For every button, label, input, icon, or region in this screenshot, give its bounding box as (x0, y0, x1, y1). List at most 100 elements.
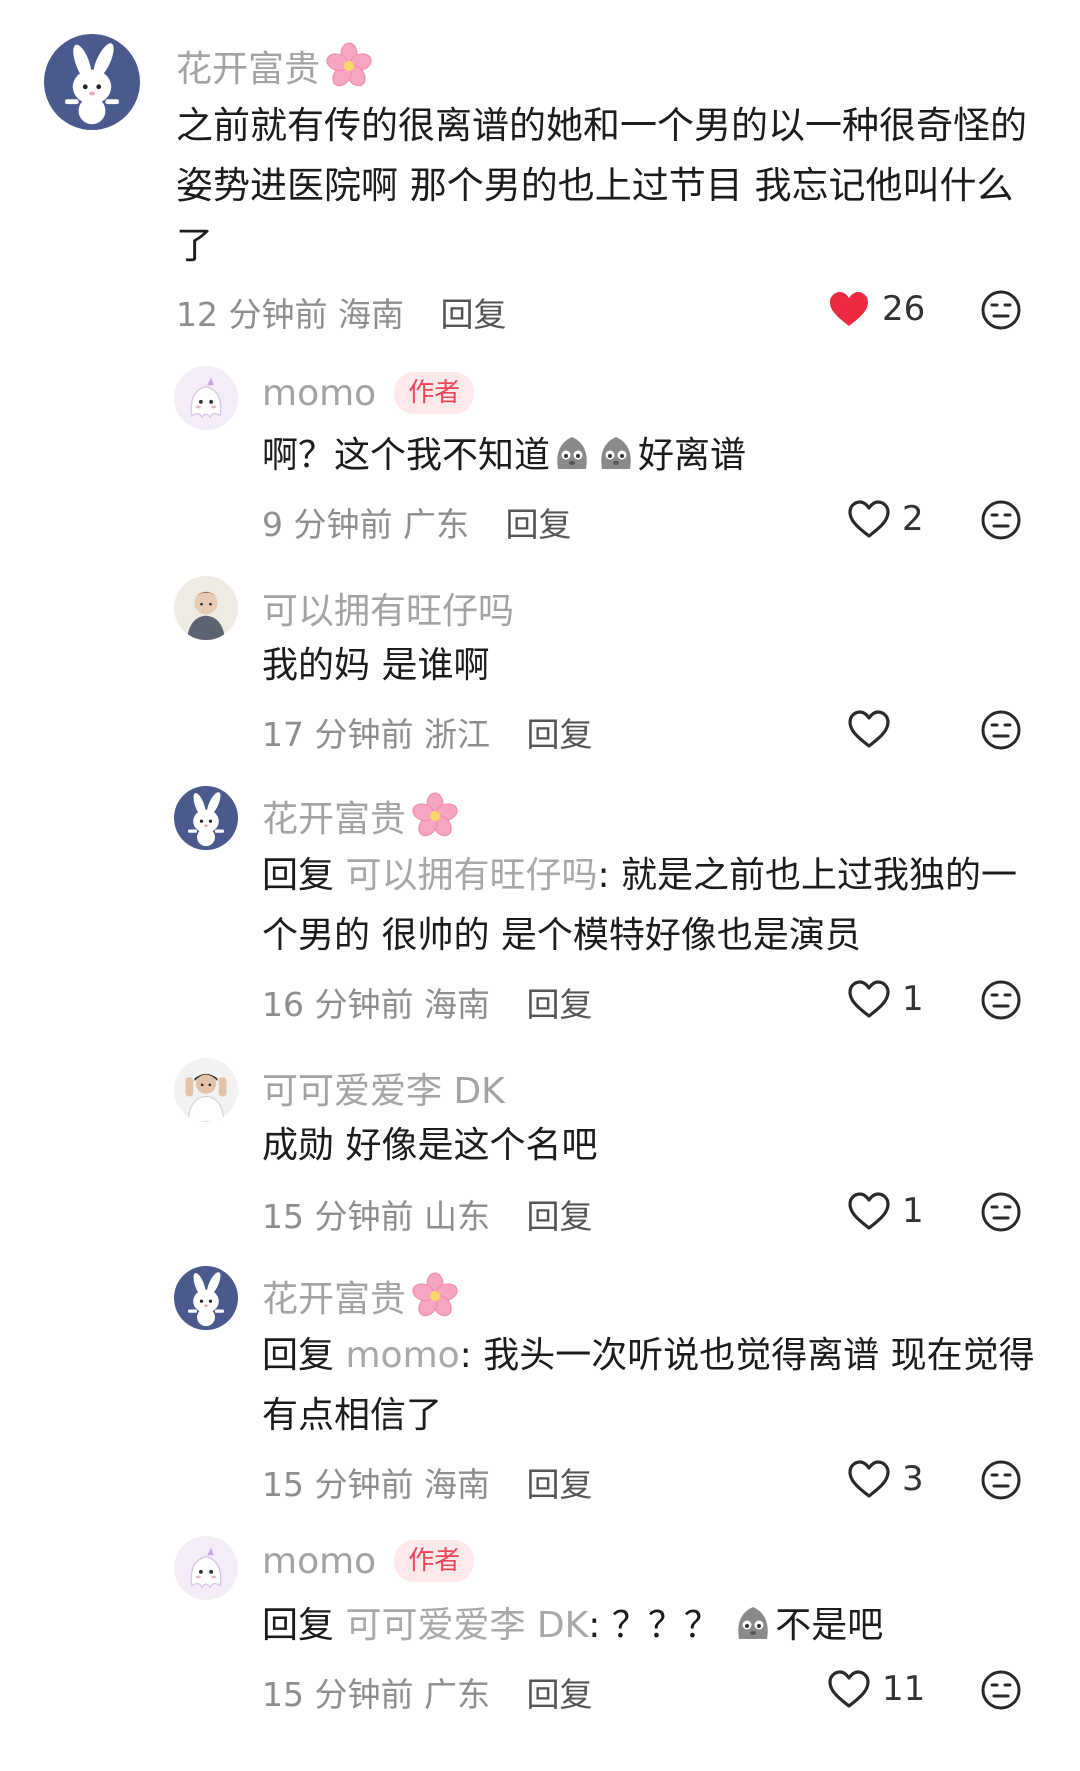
author-name: 花开富贵 (262, 799, 407, 840)
wilted-face-emoji-icon (731, 1601, 775, 1645)
comment-text: 成勋 好像是这个名吧 (262, 1125, 598, 1166)
dislike-icon[interactable] (980, 979, 1022, 1021)
wilted-face-emoji-icon (550, 431, 594, 475)
comment-author[interactable]: momo 作者 (262, 1540, 475, 1582)
comment-time-location: 9 分钟前 广东 (262, 505, 469, 544)
child-photo-avatar-icon (174, 576, 238, 640)
comment-time-location: 15 分钟前 广东 (262, 1675, 490, 1714)
like-count: 1 (902, 979, 924, 1019)
cherry-blossom-icon (410, 791, 460, 841)
like-button[interactable] (846, 708, 902, 750)
comment-author[interactable]: 花开富贵 (262, 1270, 460, 1322)
reply-button[interactable]: 回复 (505, 505, 571, 544)
avatar[interactable] (44, 34, 140, 130)
photo-avatar-icon (174, 1058, 238, 1122)
heart-icon (846, 978, 892, 1020)
reply-button[interactable]: 回复 (440, 295, 506, 334)
like-button[interactable]: 1 (846, 978, 924, 1020)
like-count: 2 (902, 499, 924, 539)
author-badge: 作者 (394, 372, 475, 414)
comment-text: 回复 可可爱爱李 DK: ？？？ 不是吧 (262, 1596, 1052, 1656)
comment-footer: 16 分钟前 海南 回复 (262, 978, 592, 1026)
mention-link[interactable]: 可以拥有旺仔吗 (345, 855, 597, 896)
dislike-icon[interactable] (980, 709, 1022, 751)
comment-text: 之前就有传的很离谱的她和一个男的以一种很奇怪的姿势进医院啊 那个男的也上过节目 … (176, 104, 1027, 267)
avatar[interactable] (174, 1058, 238, 1122)
author-name: momo (262, 372, 377, 414)
like-button[interactable]: 26 (826, 288, 925, 330)
reply-button[interactable]: 回复 (526, 1465, 592, 1504)
dislike-icon[interactable] (980, 1191, 1022, 1233)
cherry-blossom-icon (324, 41, 374, 91)
bunny-avatar-icon (174, 786, 238, 850)
reply-button[interactable]: 回复 (526, 1197, 592, 1236)
comment-footer: 15 分钟前 山东 回复 (262, 1190, 592, 1238)
comment-time-location: 12 分钟前 海南 (176, 295, 404, 334)
comment-text: 我的妈 是谁啊 (262, 645, 490, 686)
like-count: 11 (882, 1669, 926, 1709)
dislike-icon[interactable] (980, 289, 1022, 331)
author-name: 花开富贵 (176, 49, 321, 90)
bunny-avatar-icon (174, 1266, 238, 1330)
wilted-face-emoji-icon (594, 431, 638, 475)
avatar[interactable] (174, 576, 238, 640)
comment-footer: 9 分钟前 广东 回复 (262, 498, 571, 546)
mention-link[interactable]: 可可爱爱李 DK (345, 1605, 588, 1646)
mention-link[interactable]: momo (345, 1335, 459, 1376)
dislike-icon[interactable] (980, 499, 1022, 541)
like-count: 26 (882, 289, 926, 329)
dislike-icon[interactable] (980, 1459, 1022, 1501)
comment-author[interactable]: momo 作者 (262, 372, 475, 414)
author-name: momo (262, 1540, 377, 1582)
like-button[interactable]: 11 (826, 1668, 925, 1710)
reply-prefix: 回复 (262, 1335, 335, 1376)
comment-footer: 12 分钟前 海南 回复 (176, 288, 506, 336)
like-button[interactable]: 2 (846, 498, 924, 540)
heart-icon (846, 1190, 892, 1232)
ghost-avatar-icon (174, 1536, 238, 1600)
avatar[interactable] (174, 786, 238, 850)
comment-footer: 17 分钟前 浙江 回复 (262, 708, 592, 756)
comment-author[interactable]: 花开富贵 (176, 40, 374, 92)
author-name: 可以拥有旺仔吗 (262, 591, 515, 632)
comment-text: 回复 momo: 我头一次听说也觉得离谱 现在觉得有点相信了 (262, 1326, 1052, 1446)
author-name: 可可爱爱李 DK (262, 1071, 505, 1112)
avatar[interactable] (174, 1266, 238, 1330)
comment-author[interactable]: 可以拥有旺仔吗 (262, 582, 514, 634)
author-badge: 作者 (394, 1540, 475, 1582)
reply-button[interactable]: 回复 (526, 985, 592, 1024)
ghost-avatar-icon (174, 366, 238, 430)
comment-text-part: : ？？？ (588, 1605, 720, 1646)
heart-filled-icon (826, 288, 872, 330)
like-count: 1 (902, 1191, 924, 1231)
heart-icon (846, 1458, 892, 1500)
heart-icon (826, 1668, 872, 1710)
comment-text-part: 不是吧 (775, 1605, 884, 1646)
comment-author[interactable]: 可可爱爱李 DK (262, 1062, 505, 1114)
comment-author[interactable]: 花开富贵 (262, 790, 460, 842)
comment-footer: 15 分钟前 海南 回复 (262, 1458, 592, 1506)
dislike-icon[interactable] (980, 1669, 1022, 1711)
comment-footer: 15 分钟前 广东 回复 (262, 1668, 592, 1716)
comment-text: 啊？这个我不知道 好离谱 (262, 426, 1052, 486)
like-button[interactable]: 3 (846, 1458, 924, 1500)
like-button[interactable]: 1 (846, 1190, 924, 1232)
comment-time-location: 16 分钟前 海南 (262, 985, 490, 1024)
author-name: 花开富贵 (262, 1279, 407, 1320)
heart-icon (846, 498, 892, 540)
comment-text-part: 好离谱 (638, 435, 747, 476)
reply-prefix: 回复 (262, 855, 335, 896)
comment-text-part: 啊？这个我不知道 (262, 435, 551, 476)
bunny-avatar-icon (44, 34, 140, 130)
heart-icon (846, 708, 892, 750)
like-count: 3 (902, 1459, 924, 1499)
comment-text: 回复 可以拥有旺仔吗: 就是之前也上过我独的一个男的 很帅的 是个模特好像也是演… (262, 846, 1052, 966)
avatar[interactable] (174, 366, 238, 430)
reply-prefix: 回复 (262, 1605, 335, 1646)
comment-time-location: 15 分钟前 山东 (262, 1197, 490, 1236)
reply-button[interactable]: 回复 (526, 715, 592, 754)
reply-button[interactable]: 回复 (526, 1675, 592, 1714)
comment-time-location: 17 分钟前 浙江 (262, 715, 490, 754)
avatar[interactable] (174, 1536, 238, 1600)
comment-time-location: 15 分钟前 海南 (262, 1465, 490, 1504)
